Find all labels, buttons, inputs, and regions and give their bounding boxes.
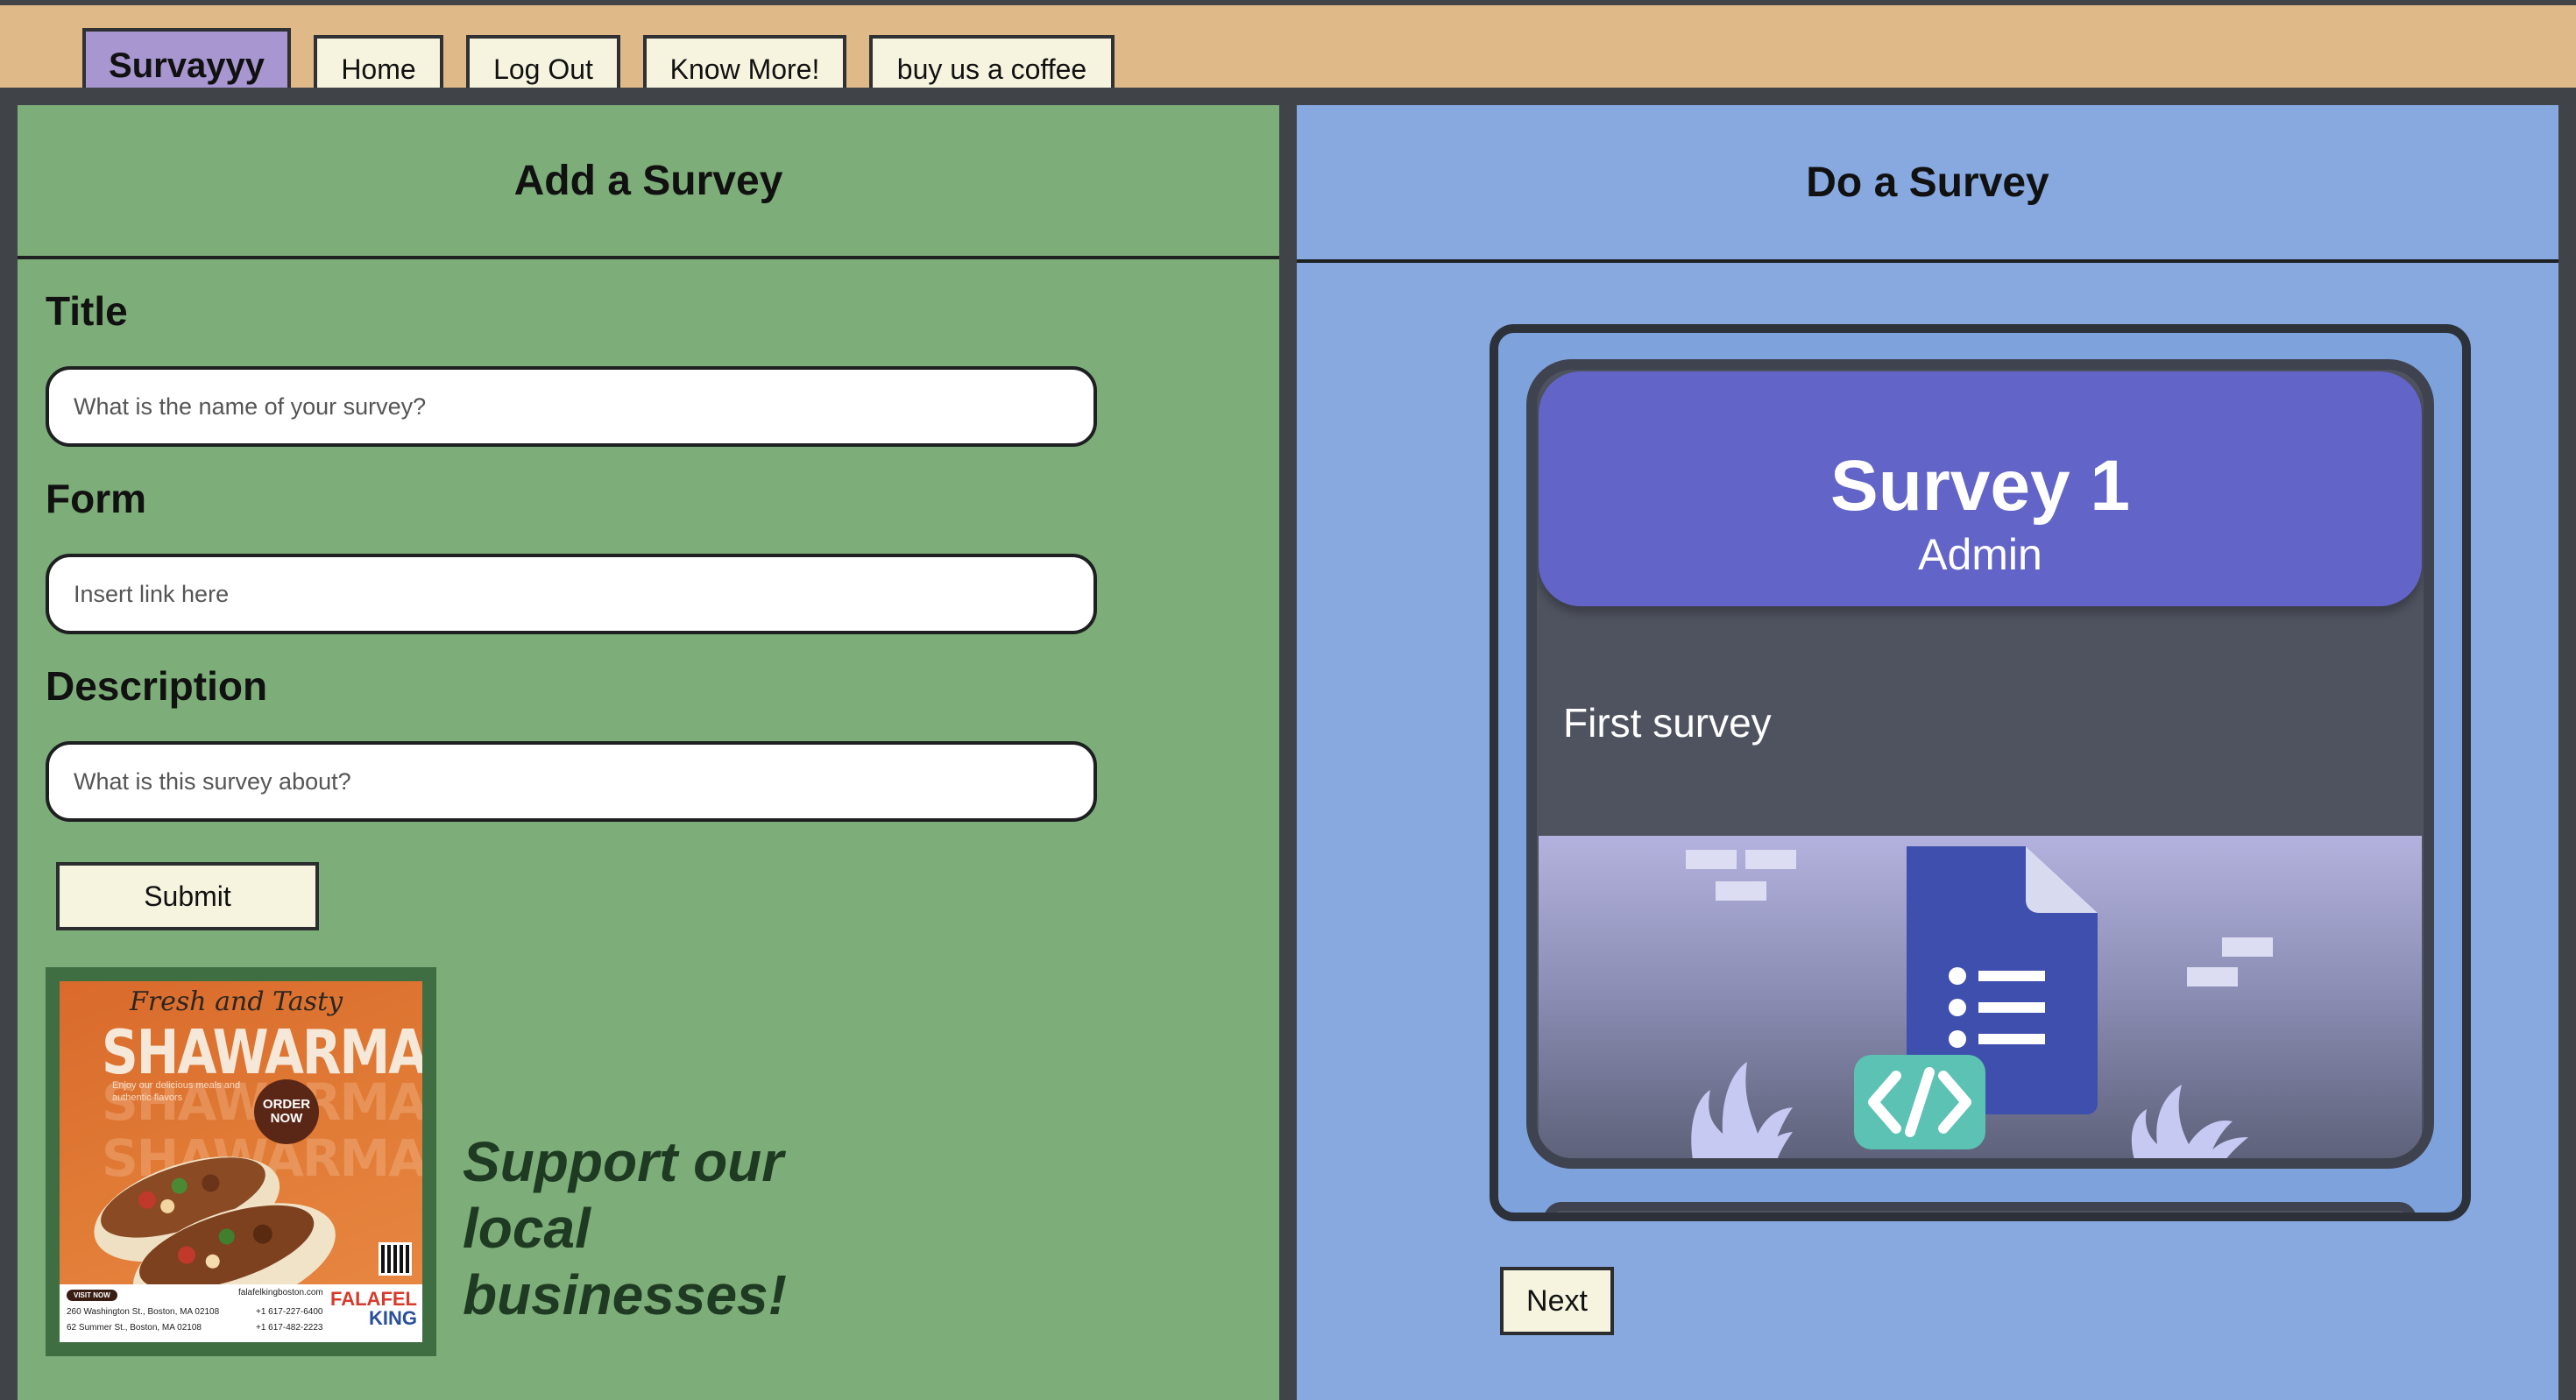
logout-button[interactable]: Log Out — [466, 35, 620, 88]
form-link-input[interactable] — [46, 554, 1097, 634]
next-button[interactable]: Next — [1500, 1267, 1614, 1335]
add-survey-heading: Add a Survey — [18, 105, 1279, 259]
plant-icon — [1691, 1062, 1793, 1158]
survey-card-author: Admin — [1918, 530, 2042, 579]
ad-image: Fresh and Tasty SHAWARMA SHAWARMA SHAWAR… — [60, 981, 422, 1342]
ad-phone: +1 617-227-6400 — [256, 1307, 323, 1317]
do-survey-heading: Do a Survey — [1297, 105, 2558, 263]
do-survey-panel: Do a Survey Survey 1 Admin First survey — [1297, 105, 2558, 1400]
home-button[interactable]: Home — [314, 35, 443, 88]
shawarma-ad[interactable]: Fresh and Tasty SHAWARMA SHAWARMA SHAWAR… — [46, 967, 436, 1356]
qr-code-icon — [379, 1242, 412, 1276]
survey-card-image — [1539, 836, 2422, 1158]
add-survey-panel: Add a Survey Title Form Description Subm… — [18, 105, 1279, 1400]
title-input[interactable] — [46, 366, 1097, 447]
submit-button[interactable]: Submit — [56, 862, 319, 930]
brand-button[interactable]: Survayyy — [82, 28, 291, 88]
support-local-text: Support our local businesses! — [463, 1130, 787, 1326]
form-label: Form — [46, 476, 146, 521]
plant-icon — [2131, 1085, 2248, 1158]
next-card-peek — [1544, 1202, 2417, 1213]
top-nav: Survayyy Home Log Out Know More! buy us … — [0, 5, 2576, 88]
visit-now-label: VISIT NOW — [67, 1290, 117, 1301]
survey-card-title: Survey 1 — [1830, 446, 2130, 526]
ad-address: 62 Summer St., Boston, MA 02108 — [67, 1323, 202, 1333]
description-input[interactable] — [46, 741, 1097, 822]
ad-footer: VISIT NOW 260 Washington St., Boston, MA… — [60, 1284, 422, 1342]
buy-coffee-button[interactable]: buy us a coffee — [869, 35, 1115, 88]
description-label: Description — [46, 663, 268, 709]
survey-carousel: Survey 1 Admin First survey — [1490, 324, 2471, 1221]
survey-card[interactable]: Survey 1 Admin First survey — [1526, 359, 2434, 1169]
code-icon — [1854, 1055, 1985, 1149]
falafel-king-logo: FALAFEL KING — [330, 1288, 417, 1329]
survey-card-description: First survey — [1563, 700, 1772, 746]
google-forms-illustration — [1686, 846, 2273, 1158]
ad-website: falafelkingboston.com — [238, 1288, 323, 1297]
know-more-button[interactable]: Know More! — [643, 35, 846, 88]
ad-phone: +1 617-482-2223 — [256, 1323, 323, 1333]
survey-card-header: Survey 1 Admin — [1539, 371, 2422, 606]
ad-address: 260 Washington St., Boston, MA 02108 — [67, 1307, 220, 1317]
title-label: Title — [46, 288, 128, 334]
